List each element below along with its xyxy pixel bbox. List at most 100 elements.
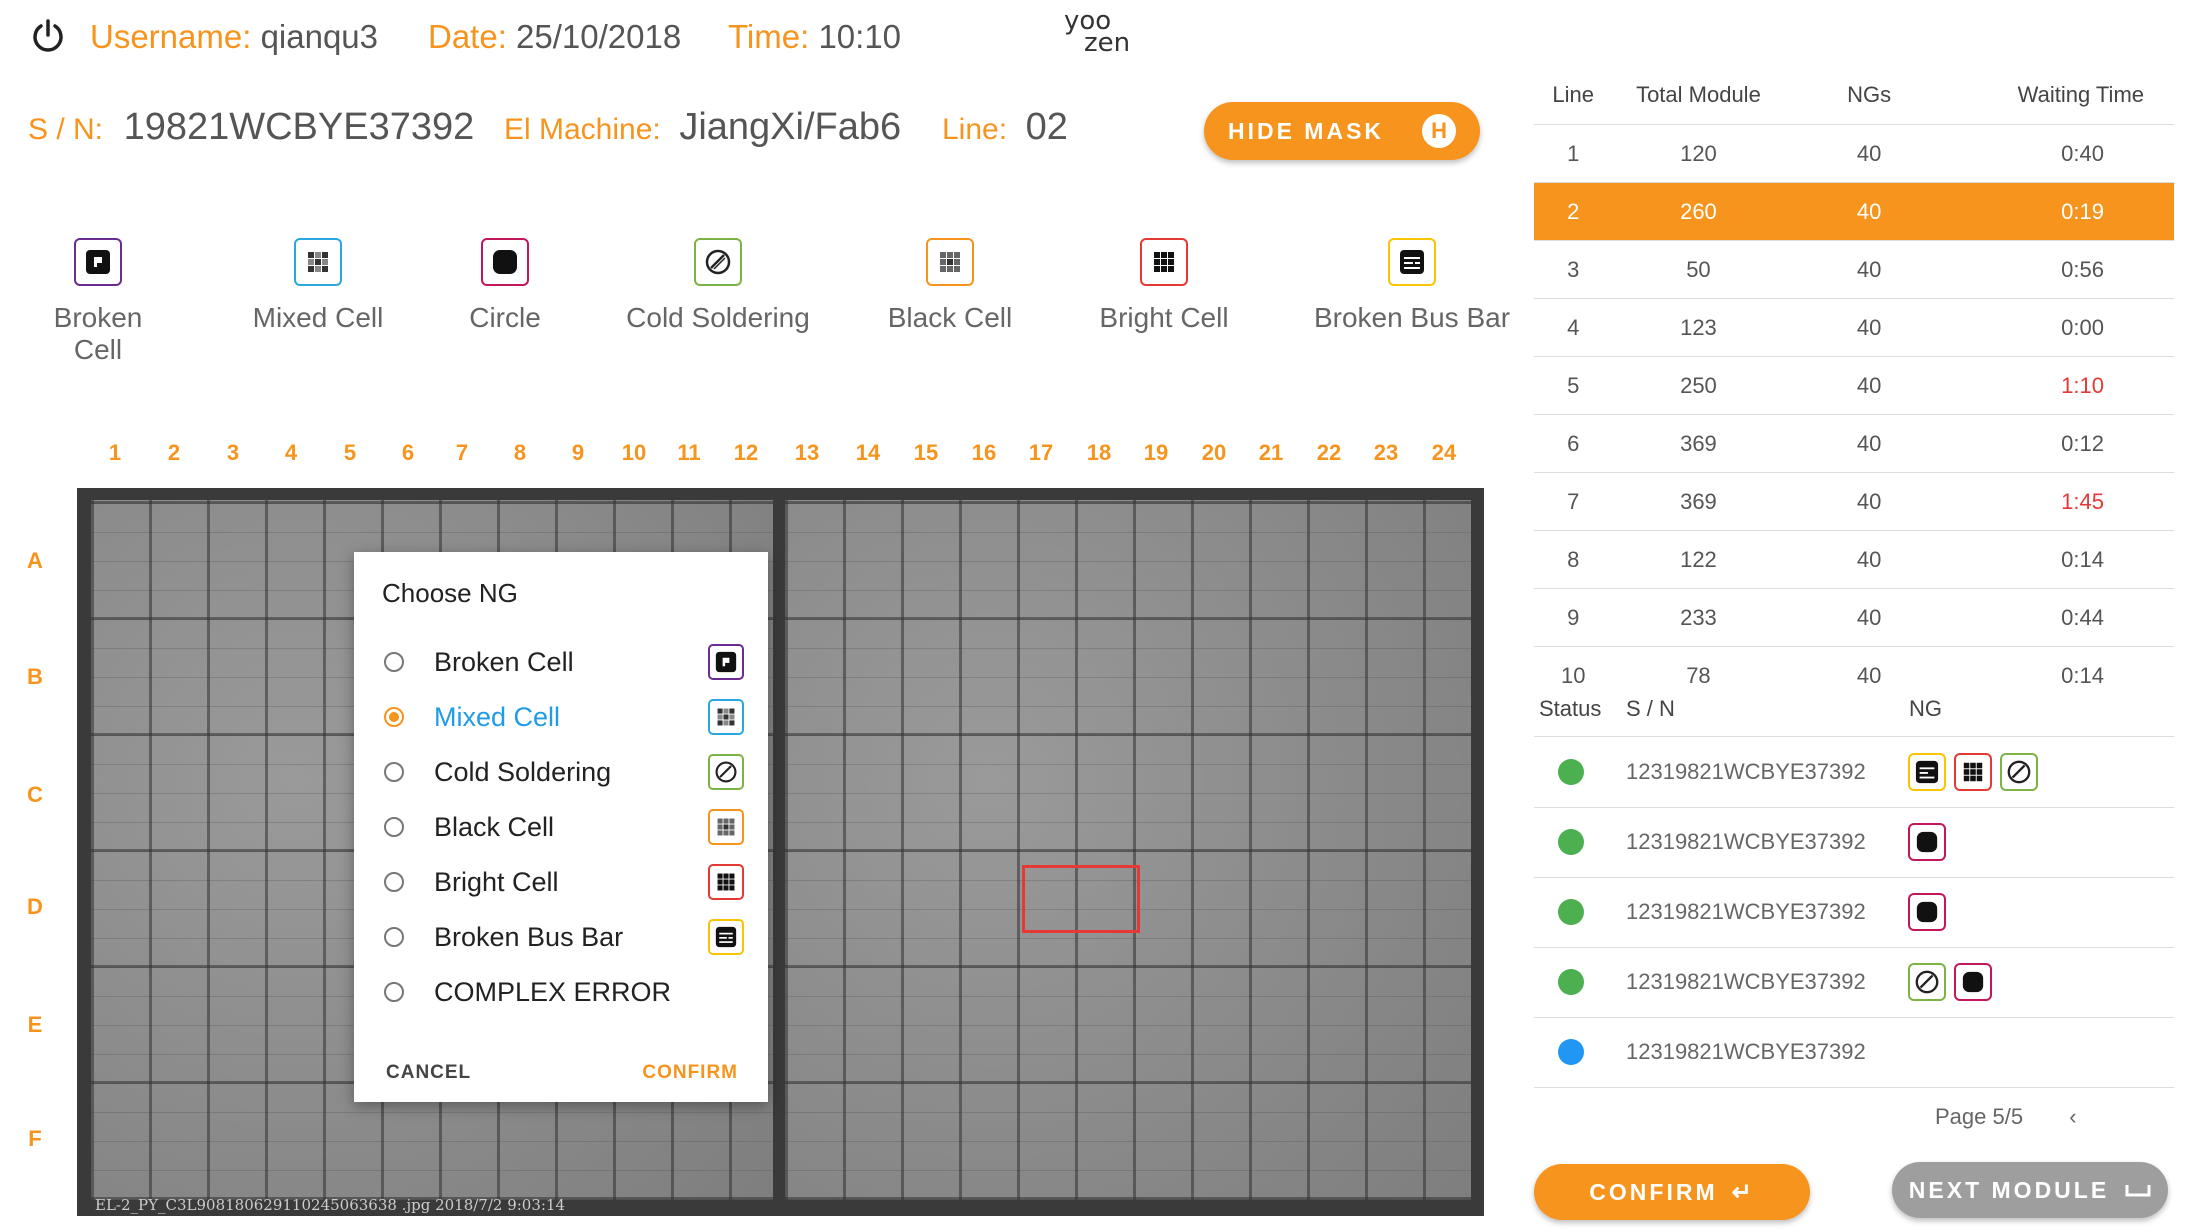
power-icon[interactable] [30, 18, 66, 54]
circle-icon [1908, 823, 1946, 861]
header-status: Status [1539, 696, 1602, 721]
broken-cell-icon [708, 644, 744, 680]
machine-value: JiangXi/Fab6 [679, 106, 902, 148]
defect-black-cell[interactable]: Black Cell [880, 238, 1020, 334]
cell-wait: 0:12 [1953, 414, 2174, 473]
row-b: B [27, 664, 43, 689]
status-sn: 12319821WCBYE37392 [1626, 829, 1866, 854]
radio-button[interactable] [384, 762, 404, 782]
option-complex-error[interactable]: COMPLEX ERROR [384, 972, 744, 1012]
table-row[interactable]: 9 233 40 0:44 [1534, 588, 2174, 647]
defect-label: Black Cell [887, 302, 1013, 333]
radio-button[interactable] [384, 982, 404, 1002]
status-row[interactable]: 12319821WCBYE37392 [1534, 877, 2174, 948]
table-row-selected[interactable]: 2 260 40 0:19 [1534, 182, 2174, 241]
dialog-confirm-button[interactable]: CONFIRM [642, 1062, 738, 1084]
option-black-cell[interactable]: Black Cell [384, 807, 744, 847]
line-value: 02 [1025, 106, 1068, 148]
option-label: Cold Soldering [434, 756, 612, 787]
defect-label: Mixed Cell [252, 302, 384, 333]
selected-cell-marker[interactable] [1022, 865, 1140, 933]
col-18: 18 [1086, 440, 1112, 465]
col-19: 19 [1143, 440, 1169, 465]
radio-button[interactable] [384, 927, 404, 947]
next-module-button[interactable]: NEXT MODULE [1892, 1162, 2168, 1218]
option-bright-cell[interactable]: Bright Cell [384, 862, 744, 902]
defect-broken-cell[interactable]: Broken Cell [28, 238, 168, 366]
col-8: 8 [513, 440, 527, 465]
ng-icons [1908, 963, 1992, 1001]
status-row[interactable]: 12319821WCBYE37392 [1534, 807, 2174, 878]
header-ng: NG [1909, 696, 1942, 721]
cell-wait: 0:40 [1953, 124, 2174, 183]
status-row[interactable]: 12319821WCBYE37392 [1534, 947, 2174, 1018]
time-field: Time: 10:10 [728, 18, 901, 56]
cell-line: 7 [1534, 472, 1613, 531]
hide-mask-button[interactable]: HIDE MASK H [1204, 102, 1480, 160]
cell-line: 1 [1534, 124, 1613, 183]
option-label: Bright Cell [434, 866, 559, 897]
col-10: 10 [621, 440, 647, 465]
col-15: 15 [913, 440, 939, 465]
cell-total: 260 [1612, 182, 1785, 241]
option-mixed-cell[interactable]: Mixed Cell [384, 697, 744, 737]
table-row[interactable]: 6 369 40 0:12 [1534, 414, 2174, 473]
table-row[interactable]: 8 122 40 0:14 [1534, 530, 2174, 589]
defect-broken-bus-bar[interactable]: Broken Bus Bar [1312, 238, 1512, 334]
radio-button[interactable] [384, 872, 404, 892]
radio-button[interactable] [384, 817, 404, 837]
el-image[interactable]: EL-2_PY_C3L908180629110245063638 .jpg 20… [77, 488, 1484, 1216]
machine-label: El Machine: [504, 113, 661, 146]
defect-cold-soldering[interactable]: Cold Soldering [620, 238, 816, 334]
broken-bus-bar-icon [1908, 753, 1946, 791]
line-label: Line: [942, 113, 1008, 146]
row-c: C [27, 782, 43, 807]
header-ngs: NGs [1784, 66, 1954, 125]
cell-line: 6 [1534, 414, 1613, 473]
sn-label: S / N: [28, 113, 104, 146]
option-label: Broken Cell [434, 646, 574, 677]
machine-field: El Machine: JiangXi/Fab6 [504, 106, 901, 149]
defect-label: Broken Cell [53, 302, 143, 365]
circle-icon [1954, 963, 1992, 1001]
chevron-left-icon[interactable]: ‹ [2069, 1104, 2076, 1129]
username-label: Username: [90, 18, 252, 55]
cell-ngs: 40 [1784, 530, 1954, 589]
cold-soldering-icon [694, 238, 742, 286]
table-row[interactable]: 1 120 40 0:40 [1534, 124, 2174, 183]
cell-wait: 0:19 [1953, 182, 2174, 241]
table-row[interactable]: 5 250 40 1:10 [1534, 356, 2174, 415]
ng-icons [1908, 753, 2038, 791]
defect-mixed-cell[interactable]: Mixed Cell [248, 238, 388, 334]
defect-bright-cell[interactable]: Bright Cell [1094, 238, 1234, 334]
radio-button[interactable] [384, 652, 404, 672]
option-broken-bus-bar[interactable]: Broken Bus Bar [384, 917, 744, 957]
ng-icons [1908, 823, 1946, 861]
col-16: 16 [971, 440, 997, 465]
status-row[interactable]: 12319821WCBYE37392 [1534, 737, 2174, 808]
circle-icon [481, 238, 529, 286]
defect-label: Cold Soldering [626, 302, 810, 333]
table-row[interactable]: 4 123 40 0:00 [1534, 298, 2174, 357]
confirm-button[interactable]: CONFIRM ↵ [1534, 1164, 1810, 1220]
bright-cell-icon [1140, 238, 1188, 286]
cold-soldering-icon [1908, 963, 1946, 1001]
black-cell-icon [708, 809, 744, 845]
cold-soldering-icon [708, 754, 744, 790]
date-field: Date: 25/10/2018 [428, 18, 681, 56]
choose-ng-dialog: Choose NG Broken Cell Mixed Cell Cold So… [354, 552, 768, 1102]
defect-circle[interactable]: Circle [455, 238, 555, 334]
col-11: 11 [677, 440, 701, 465]
dialog-cancel-button[interactable]: CANCEL [386, 1062, 471, 1084]
option-cold-soldering[interactable]: Cold Soldering [384, 752, 744, 792]
table-row[interactable]: 7 369 40 1:45 [1534, 472, 2174, 531]
col-9: 9 [571, 440, 585, 465]
status-row[interactable]: 12319821WCBYE37392 [1534, 1017, 2174, 1088]
status-sn: 12319821WCBYE37392 [1626, 759, 1866, 784]
bright-cell-icon [1954, 753, 1992, 791]
radio-button-selected[interactable] [384, 707, 404, 727]
option-broken-cell[interactable]: Broken Cell [384, 642, 744, 682]
cell-total: 50 [1612, 240, 1785, 299]
table-row[interactable]: 3 50 40 0:56 [1534, 240, 2174, 299]
row-a: A [27, 548, 43, 573]
